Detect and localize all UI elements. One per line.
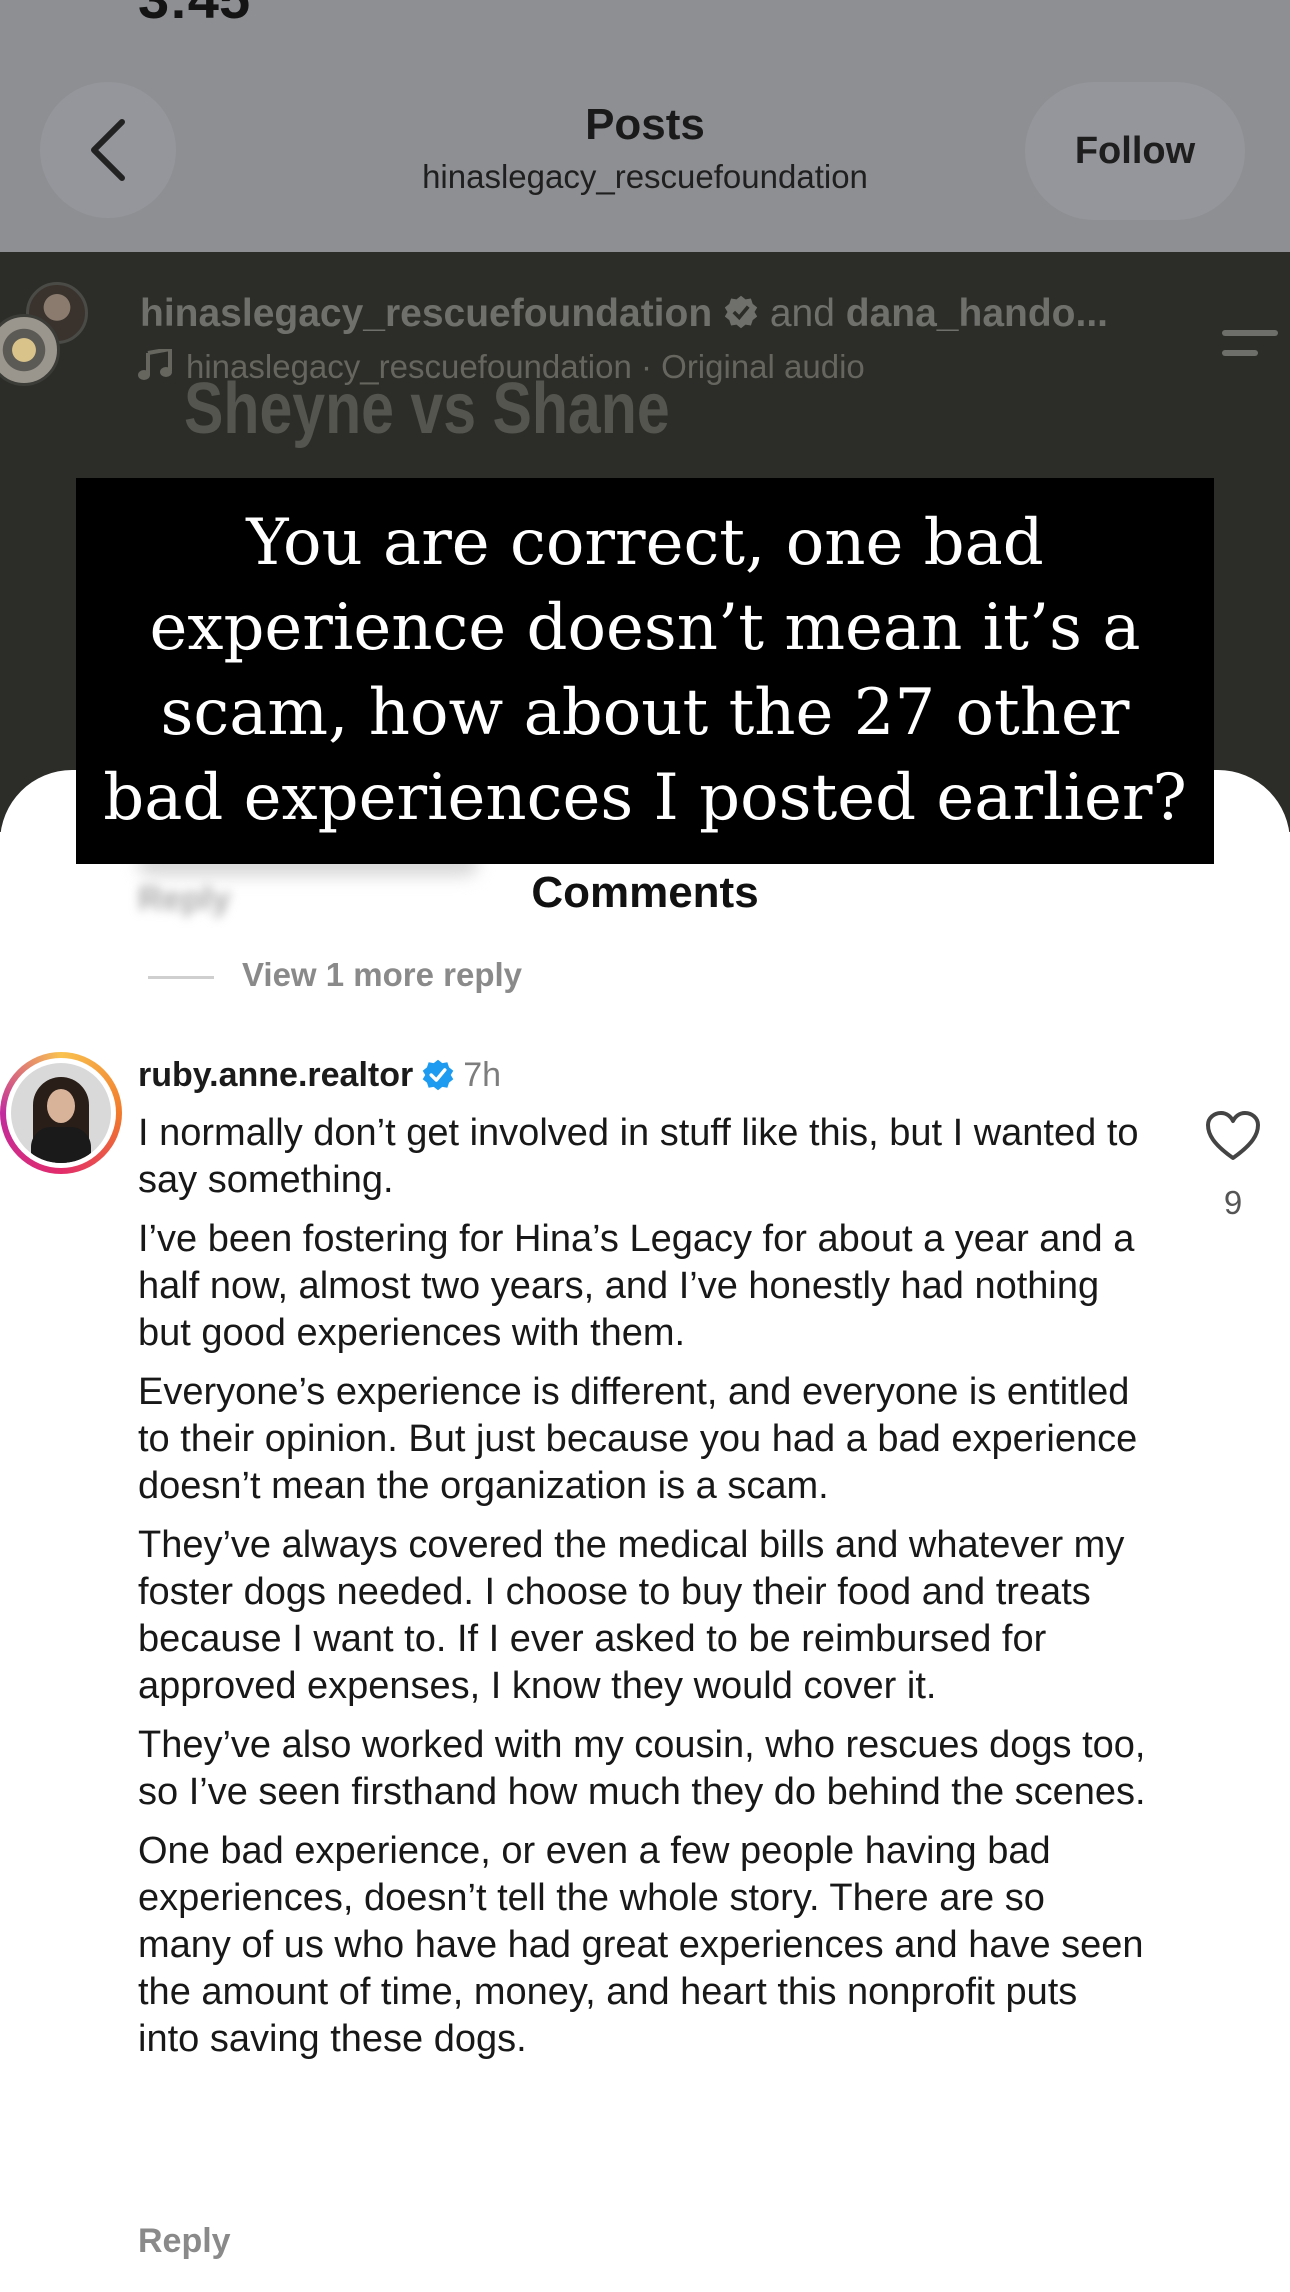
comments-title: Comments [531, 868, 759, 917]
comment-paragraph: One bad experience, or even a few people… [138, 1830, 1144, 2060]
reel-owner-name: hinaslegacy_rescuefoundation [140, 292, 713, 335]
follow-button[interactable]: Follow [1025, 82, 1245, 220]
status-bar: 3:45 [0, 0, 1290, 30]
divider [148, 976, 214, 979]
reel-collab-joiner: and [769, 292, 835, 335]
music-note-icon [138, 349, 172, 380]
verified-badge-icon [724, 295, 758, 329]
reel-collaborator: dana_hando... [845, 292, 1108, 335]
heart-outline-icon[interactable] [1205, 1110, 1261, 1162]
like-count: 9 [1223, 1184, 1243, 1221]
comment-header: ruby.anne.realtor 7h [138, 1056, 501, 1095]
comment-text: I normally don’t get involved in stuff l… [138, 1110, 1148, 2075]
comment-timestamp: 7h [463, 1056, 502, 1094]
posts-header: 3:45 Posts hinaslegacy_rescuefoundation … [0, 0, 1290, 252]
avatar[interactable] [0, 1052, 122, 1174]
collab-avatars[interactable] [0, 282, 108, 392]
comment-username[interactable]: ruby.anne.realtor [138, 1056, 413, 1094]
profile-photo [11, 1063, 111, 1163]
comment-paragraph: Everyone’s experience is different, and … [138, 1371, 1138, 1507]
comment-paragraph: I’ve been fostering for Hina’s Legacy fo… [138, 1218, 1135, 1354]
verified-badge-icon [422, 1059, 454, 1091]
comment-paragraph: They’ve always covered the medical bills… [138, 1524, 1125, 1707]
comment-paragraph: They’ve also worked with my cousin, who … [138, 1724, 1146, 1813]
caption-overlay: You are correct, one bad experience does… [76, 478, 1214, 864]
menu-lines-icon[interactable] [1218, 320, 1282, 360]
reel-video-text: Sheyne vs Shane [184, 369, 670, 449]
reply-button[interactable]: Reply [138, 2222, 231, 2261]
caption-text: You are correct, one bad experience does… [103, 506, 1187, 835]
comment-paragraph: I normally don’t get involved in stuff l… [138, 1112, 1139, 1201]
reel-owner-line[interactable]: hinaslegacy_rescuefoundation and dana_ha… [140, 292, 1108, 336]
status-time: 3:45 [138, 0, 250, 31]
view-more-replies-link[interactable]: View 1 more reply [242, 956, 522, 994]
